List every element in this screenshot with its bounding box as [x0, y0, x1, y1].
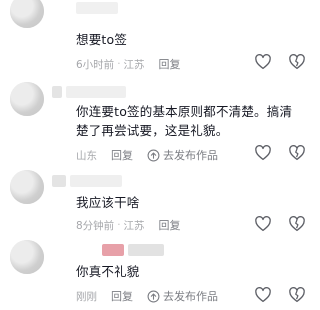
- like-icon[interactable]: [254, 286, 272, 304]
- like-icon[interactable]: [254, 215, 272, 233]
- comment-text: 想要to签: [76, 32, 128, 47]
- avatar[interactable]: [10, 240, 44, 274]
- comment-time: 8分钟前: [76, 219, 115, 232]
- username-redacted: [102, 244, 124, 256]
- forward-label: 去发布作品: [163, 290, 218, 303]
- dislike-icon[interactable]: [288, 286, 306, 304]
- like-icon[interactable]: [254, 53, 272, 71]
- comment-location: 江苏: [123, 219, 145, 232]
- comment-location: 山东: [76, 149, 97, 162]
- username-redacted: [52, 175, 66, 187]
- reply-button[interactable]: 回复: [111, 288, 133, 304]
- forward-to-post-button[interactable]: 去发布作品: [147, 147, 218, 163]
- dislike-icon[interactable]: [288, 215, 306, 233]
- separator: ·: [117, 58, 121, 70]
- username-redacted: [70, 175, 122, 187]
- comment-item: 你连要to签的基本原则都不清楚。搞清楚了再尝试要，这是礼貌。 山东 回复 去发布…: [0, 82, 313, 170]
- comment-text: 你连要to签的基本原则都不清楚。搞清楚了再尝试要，这是礼貌。: [76, 104, 293, 138]
- comment-time: 6小时前: [76, 58, 115, 71]
- comment-item: 你真不礼貌 刚刚 回复 去发布作品: [0, 240, 313, 310]
- comment-meta: 6小时前 · 江苏 回复: [76, 56, 181, 72]
- avatar[interactable]: [10, 0, 44, 28]
- username-redacted: [128, 244, 164, 256]
- username-redacted: [66, 86, 126, 98]
- dislike-icon[interactable]: [288, 53, 306, 71]
- comment-meta: 8分钟前 · 江苏 回复: [76, 217, 181, 233]
- comment-location: 江苏: [123, 58, 145, 71]
- forward-label: 去发布作品: [163, 149, 218, 162]
- separator: ·: [117, 219, 121, 231]
- comment-meta: 刚刚 回复 去发布作品: [76, 288, 218, 304]
- username-redacted: [52, 86, 62, 98]
- comment-text: 你真不礼貌: [76, 264, 140, 279]
- comment-text: 我应该干啥: [76, 195, 140, 210]
- reply-button[interactable]: 回复: [159, 217, 181, 233]
- upload-arrow-circle-icon: [147, 290, 160, 302]
- reply-button[interactable]: 回复: [159, 56, 181, 72]
- comment-time: 刚刚: [76, 290, 97, 303]
- comment-meta: 山东 回复 去发布作品: [76, 147, 218, 163]
- upload-arrow-circle-icon: [147, 149, 160, 161]
- forward-to-post-button[interactable]: 去发布作品: [147, 288, 218, 304]
- reply-button[interactable]: 回复: [111, 147, 133, 163]
- username-redacted: [76, 2, 118, 14]
- comment-item: 想要to签 6小时前 · 江苏 回复: [0, 0, 313, 71]
- comment-item: 我应该干啥 8分钟前 · 江苏 回复: [0, 170, 313, 232]
- dislike-icon[interactable]: [288, 144, 306, 162]
- like-icon[interactable]: [254, 144, 272, 162]
- avatar[interactable]: [10, 170, 44, 204]
- avatar[interactable]: [10, 82, 44, 116]
